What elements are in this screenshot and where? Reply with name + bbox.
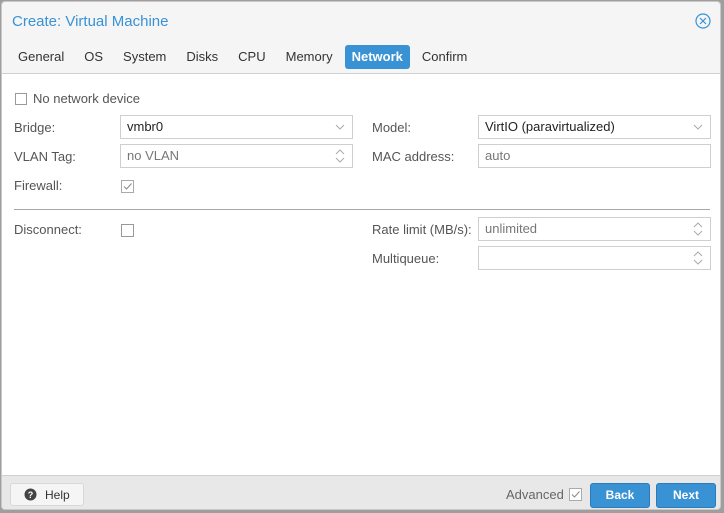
- tab-network[interactable]: Network: [344, 45, 410, 69]
- rate-limit-spinner[interactable]: [692, 218, 704, 240]
- tab-disks[interactable]: Disks: [178, 45, 226, 69]
- firewall-label: Firewall:: [14, 178, 63, 193]
- vlan-tag-input[interactable]: no VLAN: [120, 144, 353, 168]
- dialog-footer: ? Help Advanced Back Next: [2, 476, 720, 509]
- tab-memory[interactable]: Memory: [278, 45, 341, 69]
- model-label: Model:: [372, 120, 412, 135]
- checkmark-icon: [123, 183, 132, 190]
- bridge-value: vmbr0: [127, 119, 164, 134]
- dialog-title: Create: Virtual Machine: [12, 13, 169, 30]
- tab-cpu[interactable]: CPU: [230, 45, 273, 69]
- advanced-label: Advanced: [506, 487, 564, 502]
- rate-limit-placeholder: unlimited: [485, 221, 538, 236]
- advanced-toggle[interactable]: Advanced: [506, 487, 582, 502]
- firewall-checkbox[interactable]: [121, 180, 134, 193]
- multiqueue-spinner[interactable]: [692, 247, 704, 269]
- network-form: No network device Bridge: vmbr0 VLAN Tag…: [2, 73, 720, 476]
- mac-address-input[interactable]: auto: [478, 144, 711, 168]
- close-circle-icon: [695, 13, 711, 29]
- no-network-device-label: No network device: [33, 91, 140, 106]
- spinner-updown-icon: [335, 149, 345, 163]
- next-button[interactable]: Next: [656, 483, 716, 508]
- multiqueue-input[interactable]: [478, 246, 711, 270]
- vlan-tag-label: VLAN Tag:: [14, 149, 76, 164]
- back-button[interactable]: Back: [590, 483, 650, 508]
- mac-address-label: MAC address:: [372, 149, 455, 164]
- chevron-down-icon: [335, 124, 345, 130]
- mac-address-placeholder: auto: [485, 148, 511, 163]
- disconnect-label: Disconnect:: [14, 222, 82, 237]
- wizard-tabs: General OS System Disks CPU Memory Netwo…: [10, 45, 479, 69]
- vlan-tag-placeholder: no VLAN: [127, 148, 180, 163]
- tab-system[interactable]: System: [115, 45, 174, 69]
- create-vm-dialog: Create: Virtual Machine General OS Syste…: [1, 1, 721, 510]
- svg-text:?: ?: [28, 490, 34, 500]
- vlan-tag-spinner[interactable]: [334, 145, 346, 167]
- spinner-updown-icon: [693, 222, 703, 236]
- no-network-device-checkbox[interactable]: [15, 93, 27, 105]
- tab-general[interactable]: General: [10, 45, 72, 69]
- advanced-divider: [14, 209, 710, 210]
- rate-limit-label: Rate limit (MB/s):: [372, 222, 472, 237]
- rate-limit-input[interactable]: unlimited: [478, 217, 711, 241]
- help-button[interactable]: ? Help: [10, 483, 84, 506]
- model-dropdown-trigger[interactable]: [692, 116, 704, 138]
- disconnect-checkbox[interactable]: [121, 224, 134, 237]
- model-select[interactable]: VirtIO (paravirtualized): [478, 115, 711, 139]
- multiqueue-label: Multiqueue:: [372, 251, 440, 266]
- bridge-select[interactable]: vmbr0: [120, 115, 353, 139]
- advanced-checkbox[interactable]: [568, 488, 582, 501]
- bridge-dropdown-trigger[interactable]: [334, 116, 346, 138]
- close-button[interactable]: [695, 13, 711, 29]
- question-circle-icon: ?: [24, 488, 37, 501]
- tab-confirm[interactable]: Confirm: [414, 45, 476, 69]
- spinner-updown-icon: [693, 251, 703, 265]
- bridge-label: Bridge:: [14, 120, 56, 135]
- checkmark-icon: [571, 491, 580, 498]
- tab-os[interactable]: OS: [76, 45, 111, 69]
- model-value: VirtIO (paravirtualized): [485, 119, 615, 134]
- help-label: Help: [45, 487, 70, 502]
- chevron-down-icon: [693, 124, 703, 130]
